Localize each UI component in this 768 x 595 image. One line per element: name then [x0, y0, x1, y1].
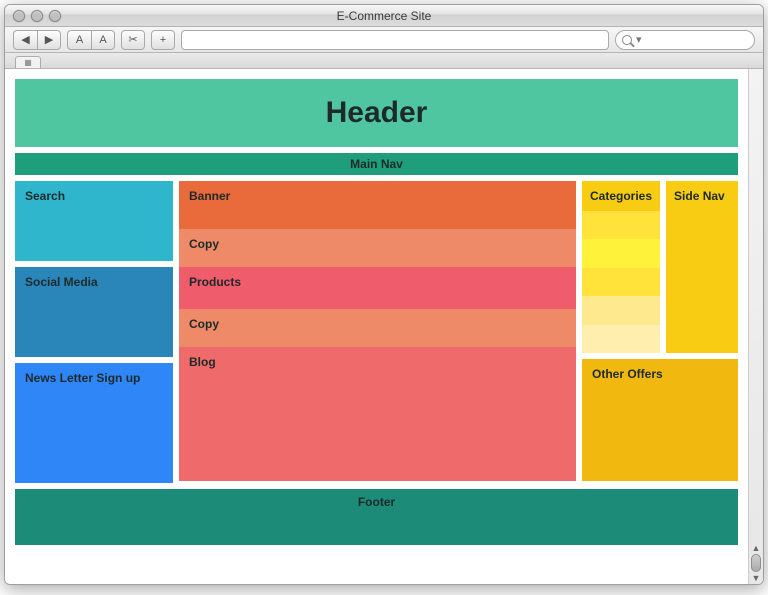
- font-small-label: A: [76, 34, 83, 46]
- main-nav-label: Main Nav: [350, 157, 403, 171]
- region-copy-2: Copy: [179, 309, 576, 347]
- scroll-down-icon[interactable]: ▼: [749, 572, 763, 584]
- address-bar[interactable]: [181, 30, 609, 50]
- titlebar: E-Commerce Site: [5, 5, 763, 27]
- search-label: Search: [25, 189, 65, 203]
- minimize-icon[interactable]: [31, 10, 43, 22]
- region-footer: Footer: [15, 489, 738, 545]
- region-main-nav: Main Nav: [15, 153, 738, 175]
- traffic-lights: [5, 10, 61, 22]
- region-copy-1: Copy: [179, 229, 576, 267]
- region-other-offers: Other Offers: [582, 359, 738, 481]
- add-button[interactable]: +: [151, 30, 175, 50]
- close-icon[interactable]: [13, 10, 25, 22]
- region-blog: Blog: [179, 347, 576, 449]
- region-side-nav: Side Nav: [666, 181, 738, 353]
- region-social-media: Social Media: [15, 267, 173, 357]
- font-large-label: A: [99, 34, 106, 46]
- category-item: [582, 296, 660, 324]
- banner-label: Banner: [189, 189, 230, 203]
- region-banner: Banner: [179, 181, 576, 229]
- search-field[interactable]: ▾: [615, 30, 755, 50]
- copy2-label: Copy: [189, 317, 219, 331]
- back-button[interactable]: ◀: [13, 30, 37, 50]
- categories-items: [582, 211, 660, 353]
- browser-window: E-Commerce Site ◀ ▶ A A ✂ + ▾ ▦ Header M…: [4, 4, 764, 585]
- category-item: [582, 268, 660, 296]
- categories-label: Categories: [582, 181, 660, 211]
- columns: Search Social Media News Letter Sign up …: [15, 181, 738, 483]
- category-item: [582, 239, 660, 267]
- plus-icon: +: [160, 34, 166, 46]
- search-icon: [622, 35, 632, 45]
- region-header: Header: [15, 79, 738, 147]
- browser-toolbar: ◀ ▶ A A ✂ + ▾: [5, 27, 763, 53]
- column-left: Search Social Media News Letter Sign up: [15, 181, 173, 483]
- region-search: Search: [15, 181, 173, 261]
- tab-thumbnail[interactable]: ▦: [15, 56, 41, 68]
- column-center: Banner Copy Products Copy Blog: [179, 181, 576, 483]
- category-item: [582, 325, 660, 353]
- viewport: Header Main Nav Search Social Media News…: [5, 69, 763, 584]
- social-label: Social Media: [25, 275, 98, 289]
- forward-icon: ▶: [45, 33, 53, 46]
- category-item: [582, 211, 660, 239]
- blog-label: Blog: [189, 355, 216, 369]
- scissors-icon: ✂: [128, 33, 137, 46]
- back-icon: ◀: [21, 33, 29, 46]
- header-label: Header: [326, 96, 428, 130]
- font-small-button[interactable]: A: [67, 30, 91, 50]
- vertical-scrollbar[interactable]: ▲ ▼: [748, 69, 763, 584]
- region-blog-extend: [179, 449, 576, 481]
- region-categories: Categories: [582, 181, 660, 353]
- region-newsletter: News Letter Sign up: [15, 363, 173, 483]
- page-wireframe: Header Main Nav Search Social Media News…: [5, 69, 748, 584]
- search-dropdown-icon: ▾: [636, 33, 642, 46]
- products-label: Products: [189, 275, 241, 289]
- right-top-group: Categories Side Nav: [582, 181, 738, 353]
- newsletter-label: News Letter Sign up: [25, 371, 140, 385]
- footer-label: Footer: [358, 495, 395, 509]
- font-large-button[interactable]: A: [91, 30, 115, 50]
- forward-button[interactable]: ▶: [37, 30, 61, 50]
- copy1-label: Copy: [189, 237, 219, 251]
- cut-button[interactable]: ✂: [121, 30, 145, 50]
- tab-strip: ▦: [5, 53, 763, 69]
- scroll-up-icon[interactable]: ▲: [749, 542, 763, 554]
- window-title: E-Commerce Site: [5, 9, 763, 23]
- zoom-icon[interactable]: [49, 10, 61, 22]
- column-right: Categories Side Nav: [582, 181, 738, 483]
- scroll-thumb[interactable]: [751, 554, 761, 572]
- other-offers-label: Other Offers: [592, 367, 663, 381]
- region-products: Products: [179, 267, 576, 309]
- side-nav-label: Side Nav: [674, 189, 725, 203]
